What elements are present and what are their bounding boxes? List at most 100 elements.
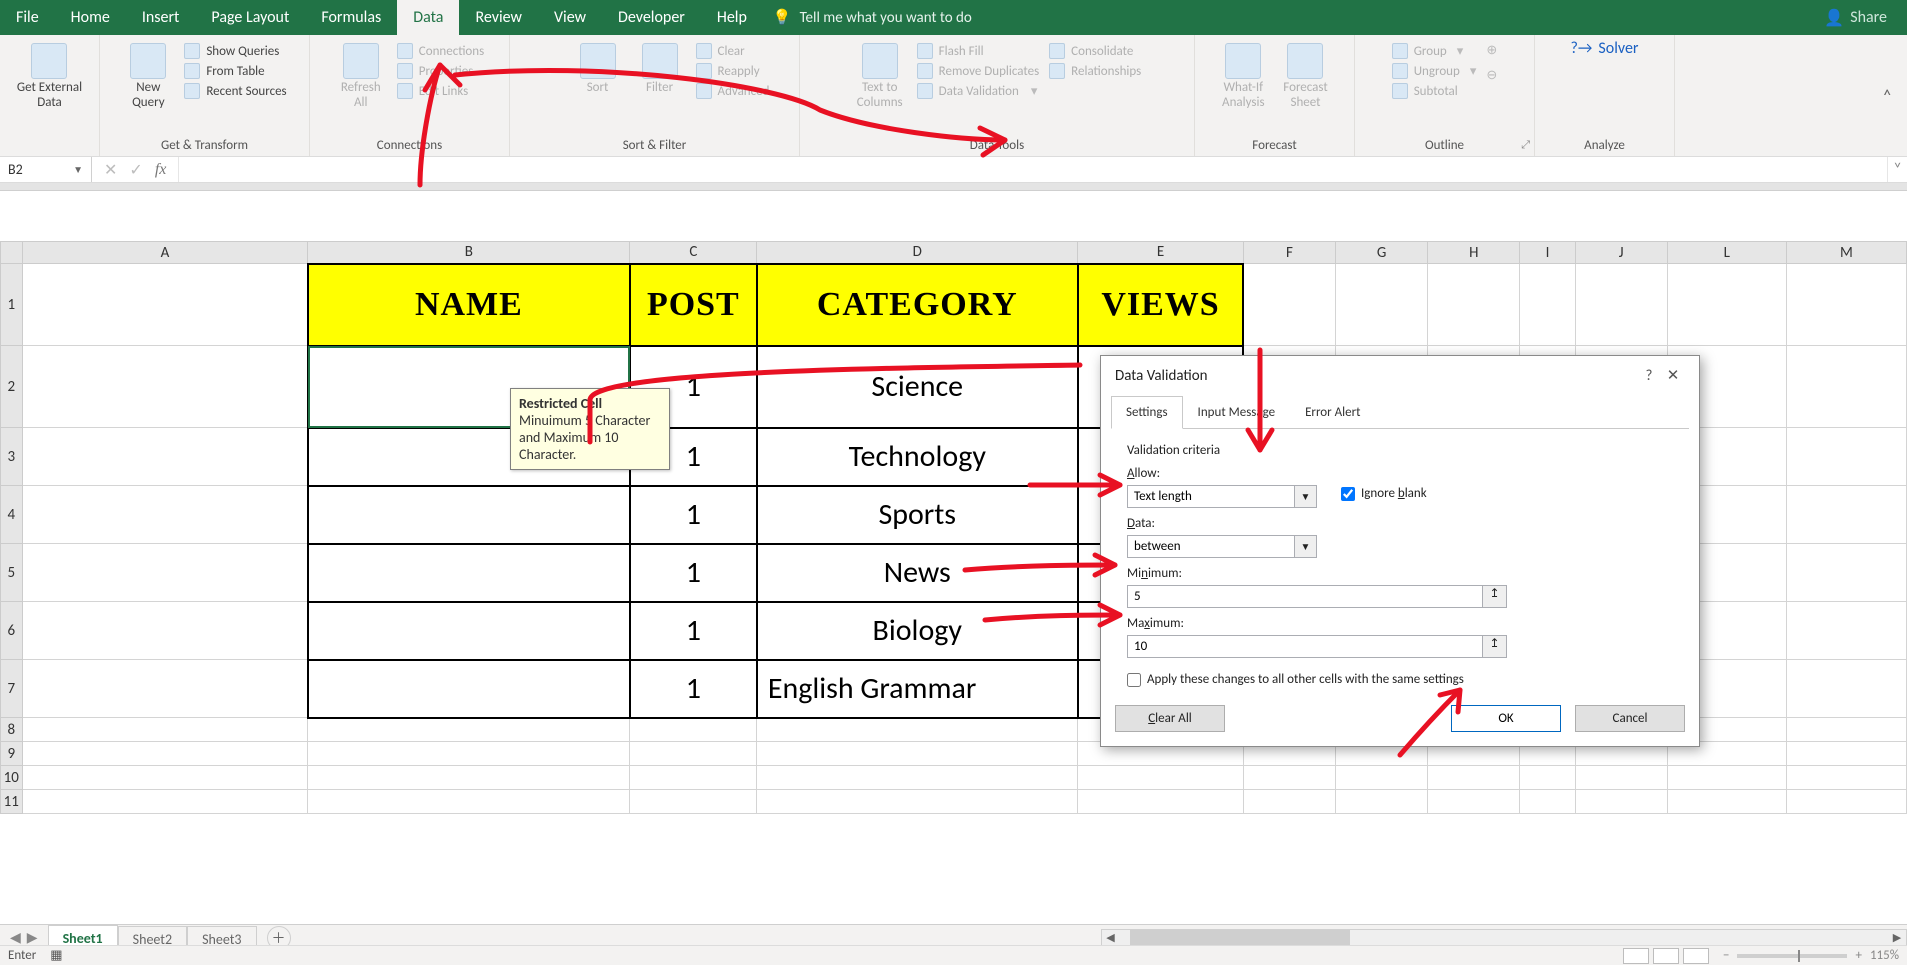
cell[interactable]: English Grammar [757,660,1078,718]
tab-review[interactable]: Review [459,0,538,35]
recent-sources-button[interactable]: Recent Sources [184,83,286,99]
dialog-close-icon[interactable]: ✕ [1661,366,1685,385]
connections-button[interactable]: Connections [397,43,484,59]
collapse-icon[interactable]: ⊖ [1486,68,1497,83]
cell[interactable] [22,718,308,742]
view-normal-icon[interactable] [1623,948,1649,964]
row-header[interactable]: 5 [1,544,23,602]
cell[interactable]: 1 [630,486,757,544]
sheet-nav-prev-icon[interactable]: ◀ [10,929,21,946]
column-header[interactable]: I [1520,242,1575,264]
ignore-blank-checkbox[interactable] [1341,487,1355,501]
dialog-tab-settings[interactable]: Settings [1111,396,1183,429]
tab-file[interactable]: File [0,0,55,35]
allow-value[interactable] [1127,485,1295,508]
cell[interactable] [630,742,757,766]
cell[interactable] [308,602,630,660]
cell[interactable] [308,766,630,790]
cancel-formula-icon[interactable]: ✕ [104,160,117,180]
cell[interactable] [630,766,757,790]
outline-dialog-launcher-icon[interactable]: ⤢ [1521,138,1530,152]
tab-data[interactable]: Data [397,0,459,35]
show-queries-button[interactable]: Show Queries [184,43,286,59]
data-validation-button[interactable]: Data Validation▾ [917,83,1040,99]
cell[interactable] [1078,790,1244,814]
zoom-in-icon[interactable]: + [1855,948,1861,963]
scroll-right-icon[interactable]: ▶ [1888,931,1906,944]
row-header[interactable]: 10 [1,766,23,790]
collapse-ribbon-icon[interactable]: ˄ [1867,85,1907,107]
row-header[interactable]: 6 [1,602,23,660]
cell[interactable]: POST [630,264,757,346]
cell[interactable] [757,718,1078,742]
column-header[interactable]: C [630,242,757,264]
cell[interactable] [1575,790,1667,814]
cell[interactable] [1575,264,1667,346]
tab-formulas[interactable]: Formulas [305,0,397,35]
cell[interactable] [1667,766,1786,790]
horizontal-scrollbar[interactable]: ◀ ▶ [1101,929,1907,947]
row-header[interactable]: 4 [1,486,23,544]
maximum-input[interactable] [1127,635,1483,658]
filter-button[interactable]: Filter [634,39,686,100]
tab-page-layout[interactable]: Page Layout [195,0,305,35]
cell[interactable] [1667,264,1786,346]
cell[interactable] [308,486,630,544]
cell[interactable] [630,790,757,814]
data-value[interactable] [1127,535,1295,558]
cell[interactable] [22,544,308,602]
cell[interactable] [22,486,308,544]
cell[interactable] [1786,486,1906,544]
cell[interactable] [22,346,308,428]
relationships-button[interactable]: Relationships [1049,63,1141,79]
share-button[interactable]: 👤 Share [1824,8,1887,28]
group-rows-button[interactable]: Group▾ [1392,43,1477,59]
cell[interactable] [308,718,630,742]
cell[interactable] [1786,264,1906,346]
edit-links-button[interactable]: Edit Links [397,83,484,99]
row-header[interactable]: 2 [1,346,23,428]
cell[interactable] [757,766,1078,790]
sort-za-icon[interactable] [540,77,562,99]
minimum-input[interactable] [1127,585,1483,608]
refresh-all-button[interactable]: Refresh All [335,39,387,115]
what-if-analysis-button[interactable]: What-If Analysis [1217,39,1269,115]
column-header[interactable]: G [1335,242,1427,264]
row-header[interactable]: 11 [1,790,23,814]
dialog-tab-error-alert[interactable]: Error Alert [1290,396,1375,429]
scrollbar-thumb[interactable] [1130,930,1350,946]
row-header[interactable]: 9 [1,742,23,766]
zoom-out-icon[interactable]: − [1723,948,1729,963]
column-header[interactable]: A [22,242,308,264]
cell[interactable] [1520,766,1575,790]
cell[interactable] [22,428,308,486]
cell[interactable] [22,660,308,718]
column-header[interactable]: H [1428,242,1520,264]
row-header[interactable]: 1 [1,264,23,346]
cell[interactable]: Science [757,346,1078,428]
cell[interactable]: 1 [630,602,757,660]
zoom-slider[interactable] [1737,954,1847,958]
row-header[interactable]: 3 [1,428,23,486]
cell[interactable] [1078,766,1244,790]
cell[interactable] [22,264,308,346]
forecast-sheet-button[interactable]: Forecast Sheet [1279,39,1331,115]
ungroup-button[interactable]: Ungroup▾ [1392,63,1477,79]
cell[interactable] [1786,428,1906,486]
select-all-corner[interactable] [1,242,23,264]
cell[interactable] [1428,766,1520,790]
cell[interactable] [1428,264,1520,346]
reapply-button[interactable]: Reapply [696,63,770,79]
row-header[interactable]: 8 [1,718,23,742]
column-header[interactable]: M [1786,242,1906,264]
cell[interactable] [757,742,1078,766]
macro-record-icon[interactable]: ▦ [50,948,62,963]
chevron-down-icon[interactable]: ▼ [1295,485,1317,508]
clear-all-button[interactable]: Clear AllClear All [1115,705,1225,732]
cell[interactable] [757,790,1078,814]
view-page-layout-icon[interactable] [1653,948,1679,964]
tab-view[interactable]: View [538,0,602,35]
column-header[interactable]: J [1575,242,1667,264]
cell[interactable] [1428,790,1520,814]
expand-icon[interactable]: ⊕ [1486,43,1497,58]
